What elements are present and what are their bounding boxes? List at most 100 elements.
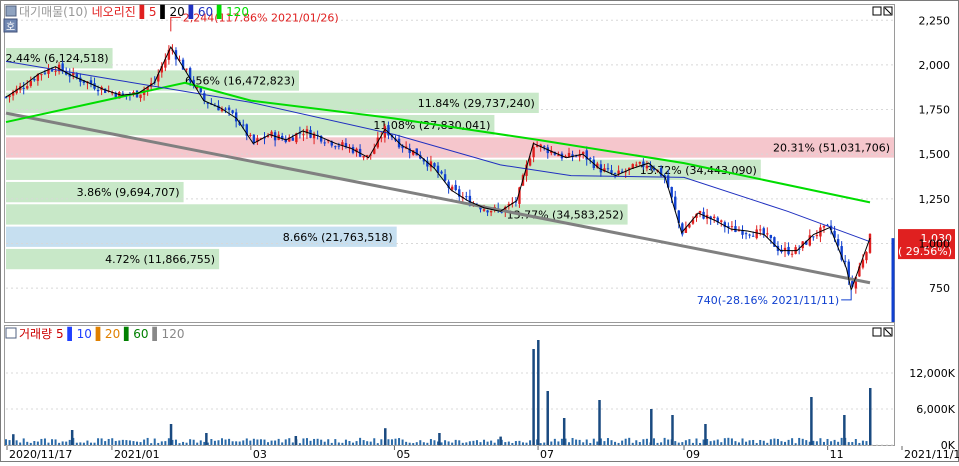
volume-bar — [344, 439, 347, 445]
legend-item: ▌60 — [120, 326, 148, 341]
candle-body — [755, 229, 758, 239]
candle-body — [43, 72, 47, 74]
volume-bar — [352, 442, 355, 445]
volume-bar — [341, 442, 344, 445]
volume-bar — [107, 438, 110, 445]
legend-toggle-icon[interactable] — [5, 5, 17, 17]
supply-band-label: 2.44% (6,124,518) — [6, 52, 109, 65]
volume-bar — [791, 438, 794, 445]
volume-bar — [387, 439, 390, 445]
volume-bar — [766, 442, 769, 445]
volume-bar — [185, 442, 188, 445]
volume-bar — [217, 440, 220, 445]
candle-body — [291, 137, 295, 141]
volume-tick-label: 12,000K — [909, 367, 955, 380]
volume-bar — [61, 441, 64, 445]
candle-body — [302, 134, 305, 136]
candle-body — [323, 142, 326, 144]
candle-body — [613, 173, 617, 175]
candle-body — [443, 174, 447, 181]
volume-bar — [507, 441, 510, 445]
volume-bar — [493, 442, 496, 445]
price-legend-text: 대기매물(10) 네오리진 ▌5 ▌20 ▌60 ▌120 — [19, 4, 249, 19]
volume-bar — [550, 441, 553, 445]
candle-body — [242, 124, 245, 126]
volume-bar — [815, 441, 818, 445]
volume-bar — [688, 439, 691, 445]
volume-maximize-icon[interactable] — [872, 327, 882, 337]
volume-bar — [840, 437, 843, 445]
volume-bar — [139, 442, 142, 445]
volume-bar — [843, 415, 846, 445]
volume-bar — [210, 439, 213, 445]
volume-bar — [221, 438, 223, 445]
candle-body — [812, 236, 815, 238]
volume-bar — [504, 442, 507, 445]
volume-bar — [614, 441, 617, 445]
volume-bar — [674, 441, 677, 445]
stock-chart-window: 2.44% (6,124,518) 6.56% (16,472,823) 11.84… — [0, 0, 959, 462]
candle-body — [26, 86, 29, 89]
candle-body — [334, 146, 337, 148]
volume-bar — [769, 439, 772, 445]
volume-bar — [475, 440, 478, 445]
volume-bar — [43, 438, 46, 445]
volume-bar — [373, 438, 376, 445]
volume-bar — [532, 349, 535, 445]
volume-bar — [745, 441, 748, 445]
volume-bar — [376, 443, 379, 445]
supply-band-label: 20.31% (51,031,706) — [773, 141, 890, 154]
volume-bar — [603, 441, 606, 445]
volume-bar — [380, 439, 383, 445]
volume-bar — [153, 438, 156, 445]
date-tick-label: 03 — [253, 448, 267, 461]
volume-bar — [650, 409, 653, 445]
maximize-icon[interactable] — [872, 6, 882, 16]
candle-body — [868, 233, 872, 253]
volume-bar — [408, 442, 411, 445]
volume-bar — [546, 391, 549, 445]
date-tick-label: 2020/11/17 — [9, 448, 72, 461]
volume-bar — [249, 440, 252, 445]
candle-body — [712, 216, 716, 218]
volume-bar — [716, 439, 719, 445]
volume-bar — [40, 438, 43, 445]
volume-bar — [787, 439, 790, 445]
candle-body — [40, 74, 43, 76]
volume-bar — [433, 440, 436, 445]
volume-bar — [568, 442, 571, 445]
volume-bar — [727, 437, 730, 445]
volume-bar — [861, 440, 864, 445]
volume-bar — [851, 442, 854, 445]
candle-body — [638, 161, 642, 164]
volume-bar — [741, 438, 744, 445]
volume-bar — [438, 433, 441, 445]
volume-bar — [511, 442, 514, 445]
volume-bar — [366, 441, 369, 445]
volume-bar — [29, 442, 32, 445]
volume-bar — [384, 428, 387, 445]
volume-bar — [143, 439, 146, 445]
volume-bar — [111, 438, 114, 445]
candle-body — [234, 112, 238, 122]
volume-legend-toggle-icon[interactable] — [5, 327, 17, 339]
date-tick-label: 11 — [830, 448, 844, 461]
volume-bar — [810, 397, 813, 445]
volume-bar — [479, 442, 482, 445]
candle-body — [231, 110, 234, 114]
candle-body — [581, 151, 585, 155]
volume-bar — [224, 439, 227, 445]
volume-bar — [298, 443, 301, 445]
volume-bar — [499, 436, 502, 445]
candle-body — [486, 210, 489, 213]
candle-body — [766, 233, 769, 235]
supply-band-label: 6.56% (16,472,823) — [185, 75, 295, 88]
legend-item: ▌20 — [156, 4, 184, 19]
volume-bar — [557, 441, 560, 445]
volume-bar — [36, 441, 39, 445]
volume-bar — [631, 442, 634, 445]
volume-bar — [422, 442, 425, 445]
candle-body — [748, 234, 751, 236]
volume-bar — [486, 441, 489, 445]
volume-bar — [490, 440, 493, 445]
